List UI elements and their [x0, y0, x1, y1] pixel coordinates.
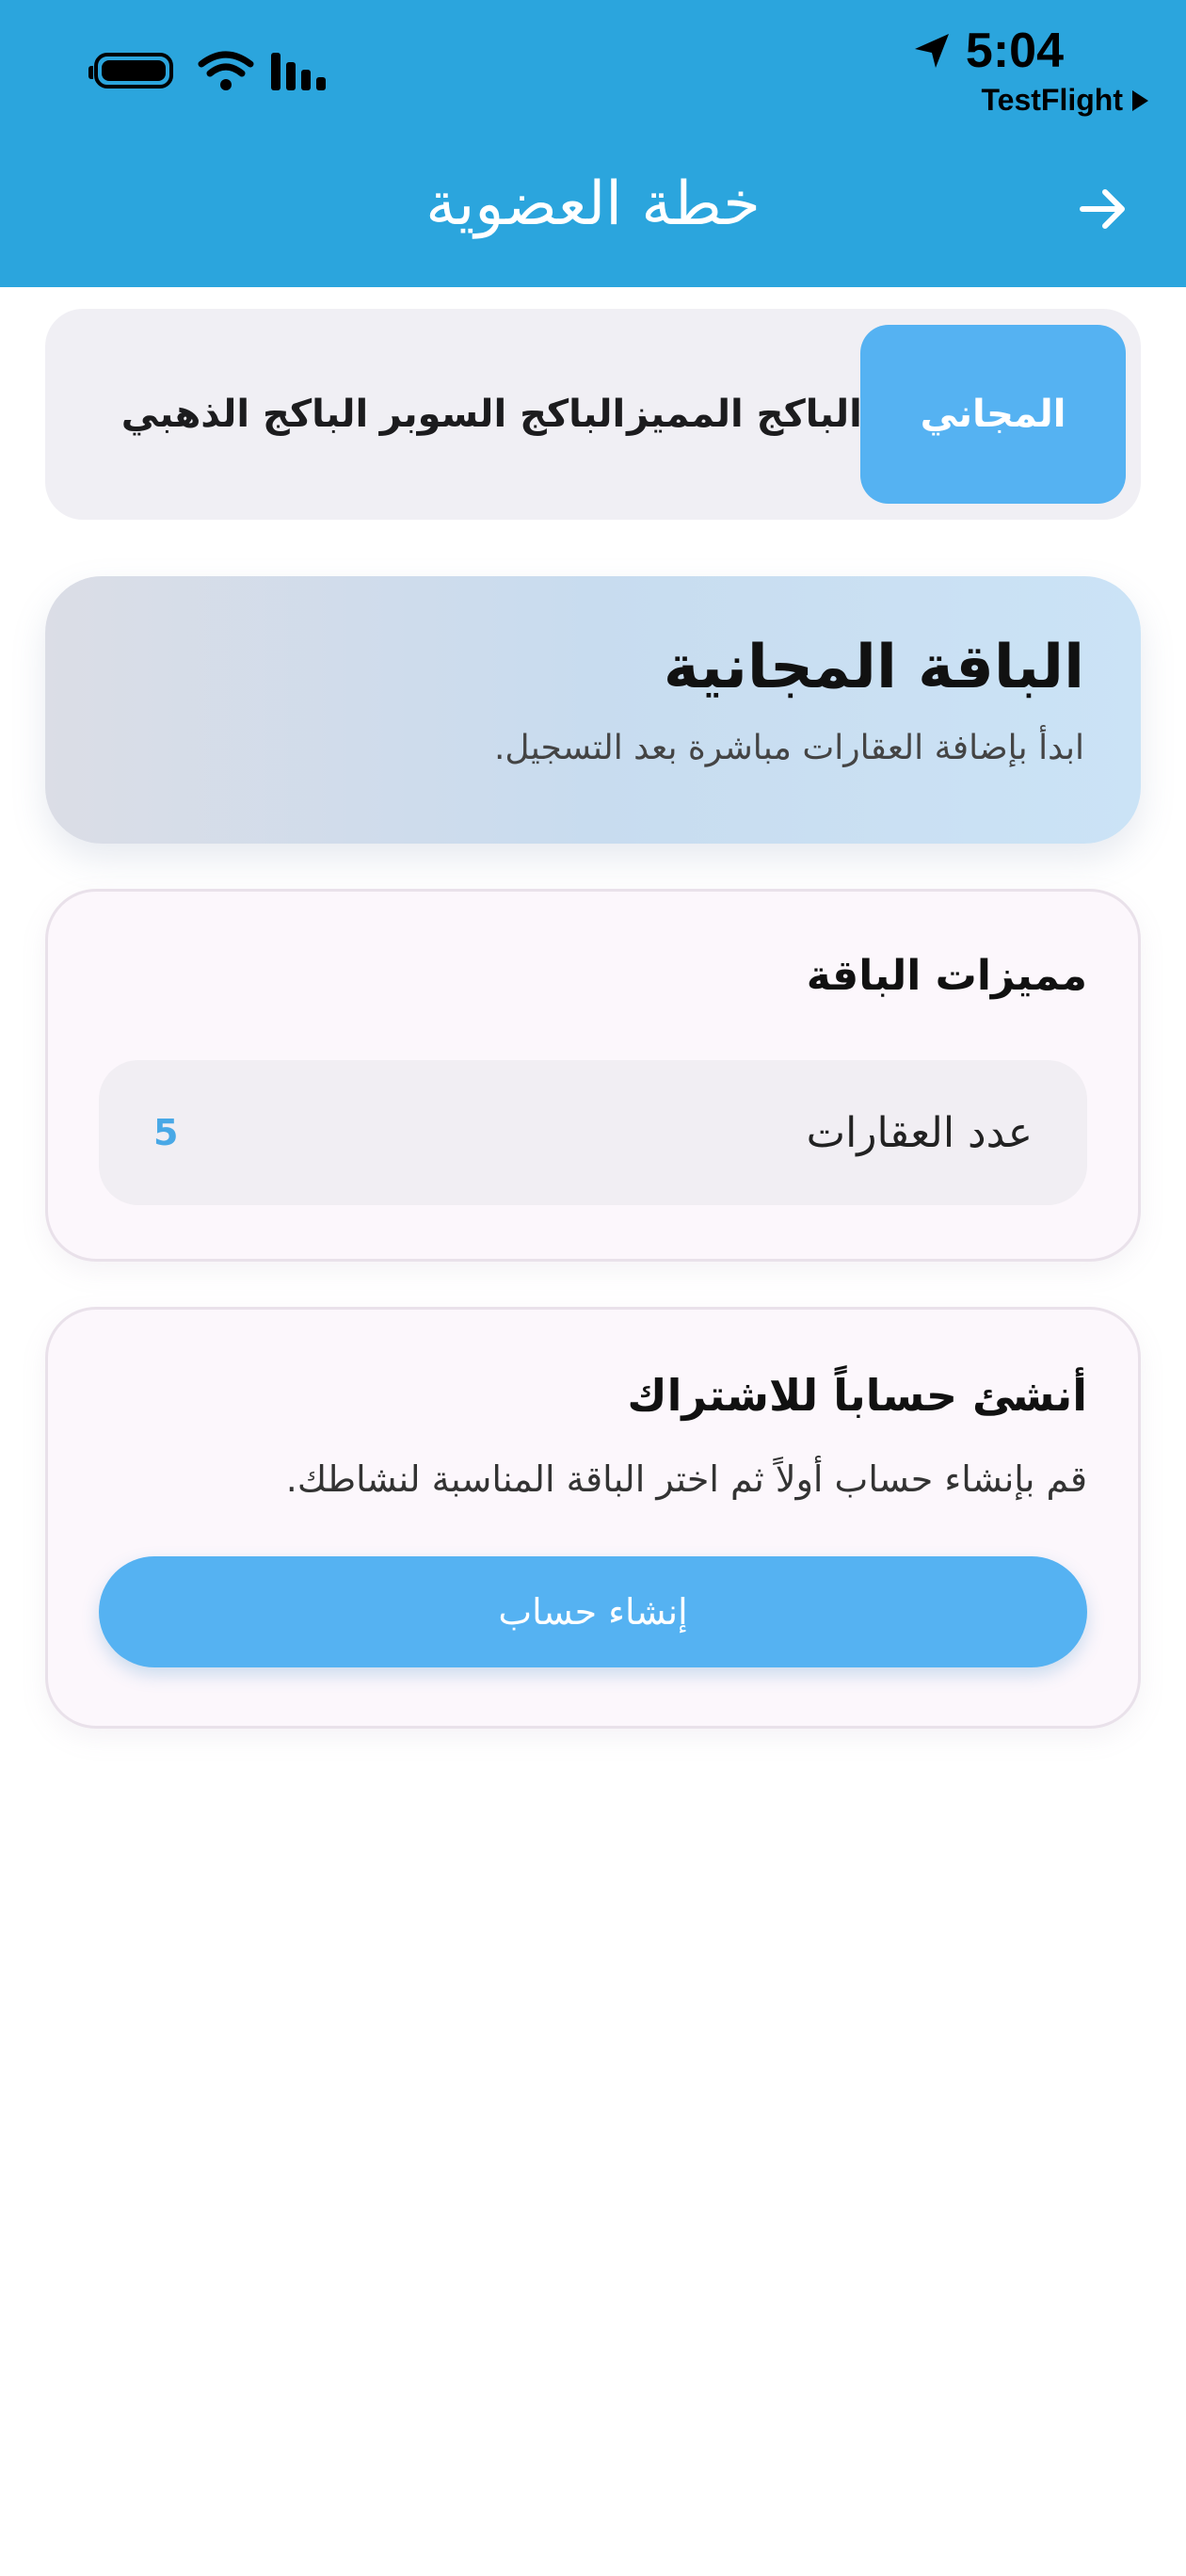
location-arrow-icon: [914, 34, 949, 68]
nav-bar: خطة العضوية: [0, 151, 1186, 273]
status-bar: 5:04 TestFlight: [0, 0, 1186, 141]
feature-row: عدد العقارات 5: [99, 1060, 1087, 1205]
back-button[interactable]: [1073, 179, 1133, 239]
signup-description: قم بإنشاء حساب أولاً ثم اختر الباقة المن…: [285, 1458, 1087, 1500]
feature-label: عدد العقارات: [806, 1108, 1033, 1157]
features-card: مميزات الباقة عدد العقارات 5: [45, 889, 1141, 1262]
wifi-icon: [198, 51, 254, 90]
cellular-signal-icon: [271, 53, 326, 90]
plan-description: ابدأ بإضافة العقارات مباشرة بعد التسجيل.: [493, 729, 1084, 767]
tab-gold[interactable]: الباكج الذهبي: [113, 325, 377, 504]
tab-super[interactable]: الباكج السوبر: [377, 325, 629, 504]
signup-card: أنشئ حساباً للاشتراك قم بإنشاء حساب أولا…: [45, 1307, 1141, 1729]
status-time: 5:04: [965, 24, 1064, 78]
tab-free[interactable]: المجاني: [860, 325, 1126, 504]
plan-title: الباقة المجانية: [663, 633, 1084, 702]
page-title: خطة العضوية: [425, 169, 761, 239]
app-header: 5:04 TestFlight خطة العضوية: [0, 0, 1186, 287]
create-account-button[interactable]: إنشاء حساب: [99, 1556, 1087, 1667]
signup-title: أنشئ حساباً للاشتراك: [627, 1370, 1087, 1421]
feature-value: 5: [153, 1112, 179, 1153]
back-to-app-link[interactable]: TestFlight: [981, 83, 1148, 118]
play-icon: [1132, 89, 1148, 111]
plan-banner: الباقة المجانية ابدأ بإضافة العقارات مبا…: [45, 576, 1141, 844]
plan-tabs: المجاني الباكج المميز الباكج السوبر البا…: [45, 309, 1141, 520]
back-app-label: TestFlight: [981, 83, 1124, 117]
features-title: مميزات الباقة: [806, 952, 1087, 1000]
clock: 5:04: [911, 23, 1064, 79]
arrow-right-icon: [1080, 189, 1125, 229]
tab-premium[interactable]: الباكج المميز: [627, 325, 862, 504]
battery-icon: [88, 53, 173, 89]
